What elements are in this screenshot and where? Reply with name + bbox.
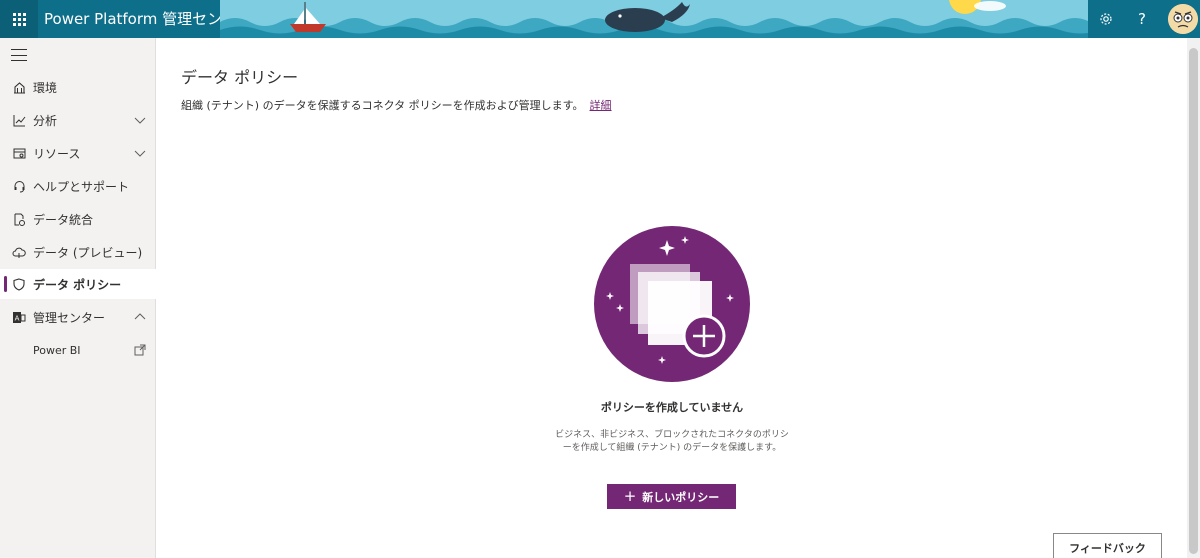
- sidebar-item-data-policies[interactable]: データ ポリシー: [0, 269, 156, 299]
- top-header: Power Platform 管理センター ?: [0, 0, 1200, 38]
- shield-icon: [12, 277, 26, 291]
- scrollbar-thumb[interactable]: [1189, 48, 1198, 554]
- resources-icon: [12, 146, 26, 160]
- chevron-up-icon[interactable]: [134, 311, 146, 323]
- empty-state-illustration: [594, 226, 750, 382]
- headset-icon: [12, 179, 26, 193]
- sidebar-item-analytics[interactable]: 分析: [0, 105, 156, 135]
- page-title: データ ポリシー: [181, 68, 299, 87]
- description-text: 組織 (テナント) のデータを保護するコネクタ ポリシーを作成および管理します。: [181, 99, 584, 112]
- help-button[interactable]: ?: [1124, 0, 1160, 38]
- sidebar-item-label: データ (プレビュー): [33, 245, 143, 260]
- empty-state-title: ポリシーを作成していません: [600, 401, 744, 414]
- sidebar-subitem-label: Power BI: [33, 343, 81, 357]
- sidebar-item-resources[interactable]: リソース: [0, 138, 156, 168]
- analytics-icon: [12, 113, 26, 127]
- settings-button[interactable]: [1088, 0, 1124, 38]
- sidebar-item-label: データ ポリシー: [33, 277, 122, 292]
- chevron-down-icon[interactable]: [134, 147, 146, 159]
- help-icon: ?: [1138, 10, 1146, 28]
- sidebar-item-label: 環境: [33, 80, 58, 95]
- sidebar-item-help-support[interactable]: ヘルプとサポート: [0, 171, 156, 201]
- left-navigation: 環境 分析 リソース ヘルプとサポート データ統合 データ (プレビュー) デー…: [0, 38, 156, 558]
- sidebar-subitem-power-bi[interactable]: Power BI: [0, 335, 156, 365]
- app-launcher-icon[interactable]: [0, 0, 38, 38]
- details-link[interactable]: 詳細: [590, 99, 612, 112]
- new-policy-button[interactable]: + 新しいポリシー: [607, 484, 736, 509]
- hamburger-menu-icon[interactable]: [9, 47, 29, 63]
- main-content: データ ポリシー 組織 (テナント) のデータを保護するコネクタ ポリシーを作成…: [157, 38, 1187, 558]
- sidebar-item-label: リソース: [33, 146, 81, 161]
- vertical-scrollbar[interactable]: [1187, 38, 1200, 558]
- avatar-face-icon: [1168, 4, 1198, 34]
- external-link-icon: [134, 344, 146, 356]
- sidebar-item-label: 分析: [33, 113, 58, 128]
- sidebar-item-label: 管理センター: [33, 310, 106, 325]
- chevron-down-icon[interactable]: [134, 114, 146, 126]
- sidebar-item-admin-centers[interactable]: A 管理センター: [0, 302, 156, 332]
- cloud-data-icon: [12, 245, 26, 259]
- sidebar-item-data-integration[interactable]: データ統合: [0, 204, 156, 234]
- gear-icon: [1100, 13, 1112, 25]
- header-banner-illustration: [220, 0, 1088, 38]
- data-integration-icon: [12, 212, 26, 226]
- admin-center-icon: A: [12, 310, 26, 324]
- sidebar-item-environments[interactable]: 環境: [0, 72, 156, 102]
- environment-icon: [12, 80, 26, 94]
- feedback-button[interactable]: フィードバック: [1053, 533, 1162, 558]
- page-description: 組織 (テナント) のデータを保護するコネクタ ポリシーを作成および管理します。…: [181, 97, 612, 113]
- sidebar-item-label: ヘルプとサポート: [33, 179, 130, 194]
- new-policy-label: 新しいポリシー: [642, 490, 720, 504]
- sidebar-item-label: データ統合: [33, 212, 94, 227]
- plus-icon: +: [623, 487, 637, 505]
- svg-text:A: A: [15, 314, 20, 322]
- empty-state-description: ビジネス、非ビジネス、ブロックされたコネクタのポリシーを作成して組織 (テナント…: [555, 430, 789, 453]
- user-avatar[interactable]: [1168, 4, 1198, 34]
- sidebar-item-data-preview[interactable]: データ (プレビュー): [0, 237, 156, 267]
